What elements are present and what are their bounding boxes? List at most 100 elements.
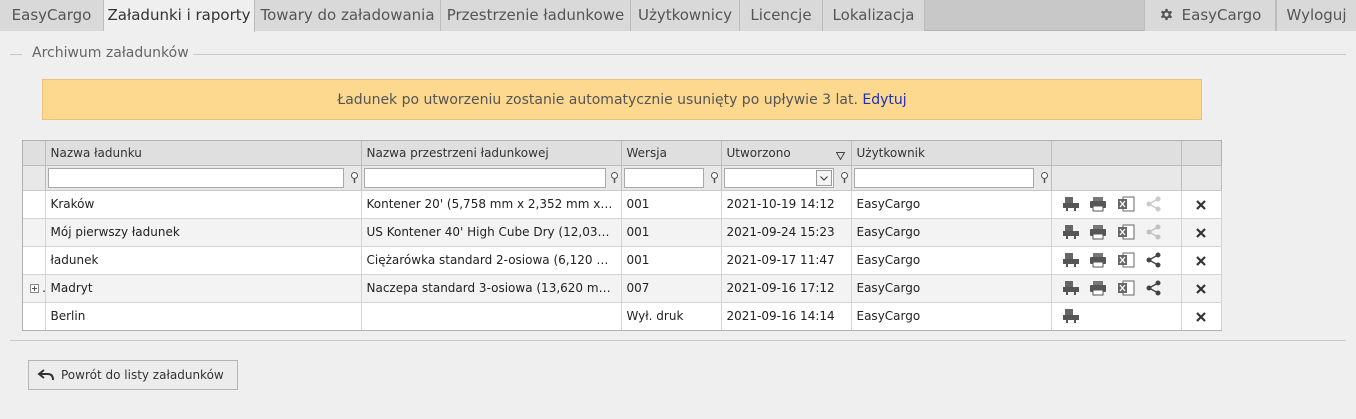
cell-cargo-space [361,302,622,330]
tab-cargo-spaces[interactable]: Przestrzenie ładunkowe [441,0,631,31]
table-row[interactable]: Mój pierwszy ładunek US Kontener 40' Hig… [23,218,1222,247]
cell-cargo-space: Naczepa standard 3-osiowa (13,620 mm x 2… [361,274,622,303]
share-icon[interactable] [1145,252,1163,268]
filter-created-date-picker[interactable] [723,168,834,188]
table-row[interactable]: Madryt Naczepa standard 3-osiowa (13,620… [23,274,1222,303]
back-to-loadings-button[interactable]: Powrót do listy załadunków [28,360,238,390]
cargo-print-icon[interactable] [1062,224,1080,240]
filter-icon[interactable] [840,171,849,184]
cargo-print-icon[interactable] [1062,280,1080,296]
cell-loading-name[interactable]: ładunek [45,246,362,275]
filter-loading-name-input[interactable] [47,168,344,188]
share-icon[interactable] [1145,280,1163,296]
tab-users[interactable]: Użytkownicy [631,0,740,31]
expand-cell [23,246,46,275]
loadings-grid: Nazwa ładunku Nazwa przestrzeni ładunkow… [22,140,1222,331]
filter-cell-empty [1051,165,1182,191]
archive-legend: Archiwum załadunków [32,45,189,61]
close-icon[interactable] [1196,283,1206,294]
cell-loading-name[interactable]: Kraków [45,190,362,219]
cell-version: 007 [621,274,722,303]
delete-cell [1181,274,1222,303]
close-icon[interactable] [1196,227,1206,238]
filter-cell-empty [23,165,46,191]
tab-licenses[interactable]: Licencje [740,0,823,31]
table-row[interactable]: Kraków Kontener 20' (5,758 mm x 2,352 mm… [23,190,1222,219]
close-icon[interactable] [1196,255,1206,266]
filter-icon[interactable] [1040,171,1049,184]
row-actions [1051,274,1182,303]
excel-icon[interactable] [1117,280,1135,296]
close-icon[interactable] [1196,199,1206,210]
expand-cell [23,190,46,219]
legend-divider [193,54,1346,55]
filter-icon[interactable] [350,171,359,184]
cargo-print-icon[interactable] [1062,252,1080,268]
edit-retention-link[interactable]: Edytuj [862,92,906,108]
print-icon[interactable] [1089,252,1107,268]
cell-user: EasyCargo [851,190,1052,219]
cell-version: 001 [621,218,722,247]
excel-icon[interactable] [1117,252,1135,268]
sort-descending-icon[interactable] [835,149,845,163]
cell-created: 2021-09-24 15:23 [721,218,852,247]
cell-version: 001 [621,190,722,219]
top-navigation: EasyCargo Załadunki i raporty Towary do … [0,0,1356,32]
column-header-created-label: Utworzono [726,145,791,160]
cargo-print-icon[interactable] [1062,196,1080,212]
print-icon[interactable] [1089,224,1107,240]
cell-loading-name[interactable]: Berlin [45,302,362,330]
logout-button[interactable]: Wyloguj [1276,0,1356,31]
tab-loadings-and-reports[interactable]: Załadunki i raporty [104,0,255,32]
table-row[interactable]: Berlin Wył. druk 2021-09-16 14:14 EasyCa… [23,302,1222,330]
filter-version-input[interactable] [623,168,704,188]
column-header-created[interactable]: Utworzono [721,141,852,166]
tab-easycargo[interactable]: EasyCargo [0,0,104,31]
column-header-loading-name[interactable]: Nazwa ładunku [45,141,362,166]
retention-notice: Ładunek po utworzeniu zostanie automatyc… [42,79,1202,120]
cell-user: EasyCargo [851,246,1052,275]
cell-loading-name[interactable]: Madryt [45,274,362,303]
cell-loading-name[interactable]: Mój pierwszy ładunek [45,218,362,247]
cell-user: EasyCargo [851,274,1052,303]
delete-column-header [1181,141,1221,166]
column-header-version[interactable]: Wersja [621,141,722,166]
filter-cell-empty [1181,165,1222,191]
row-actions [1051,190,1182,219]
cell-created: 2021-10-19 14:12 [721,190,852,219]
expand-cell[interactable] [23,274,46,303]
delete-cell [1181,218,1222,247]
filter-icon[interactable] [610,171,619,184]
divider [10,340,1346,341]
delete-cell [1181,302,1222,330]
column-header-cargo-space[interactable]: Nazwa przestrzeni ładunkowej [361,141,622,166]
account-label: EasyCargo [1181,6,1262,24]
row-actions [1051,246,1182,275]
filter-cargo-space-input[interactable] [363,168,606,188]
filter-icon[interactable] [710,171,719,184]
account-settings-button[interactable]: EasyCargo [1144,0,1276,31]
tab-goods-to-load[interactable]: Towary do załadowania [255,0,441,31]
close-icon[interactable] [1196,311,1206,322]
print-icon[interactable] [1089,196,1107,212]
expand-cell [23,302,46,330]
cargo-print-icon[interactable] [1062,308,1080,324]
cell-version: 001 [621,246,722,275]
chevron-down-icon[interactable] [815,170,832,186]
tab-localization[interactable]: Lokalizacja [823,0,925,31]
cell-version: Wył. druk [621,302,722,330]
expand-column-header [23,141,46,166]
cell-user: EasyCargo [851,302,1052,330]
legend-divider [10,54,22,55]
row-actions [1051,218,1182,247]
column-header-user[interactable]: Użytkownik [851,141,1052,166]
table-row[interactable]: ładunek Ciężarówka standard 2-osiowa (6,… [23,246,1222,275]
excel-icon[interactable] [1117,196,1135,212]
cell-user: EasyCargo [851,218,1052,247]
excel-icon[interactable] [1117,224,1135,240]
filter-user-input[interactable] [853,168,1034,188]
expand-plus-icon[interactable] [30,284,39,293]
print-icon[interactable] [1089,280,1107,296]
actions-column-header [1051,141,1182,166]
delete-cell [1181,190,1222,219]
